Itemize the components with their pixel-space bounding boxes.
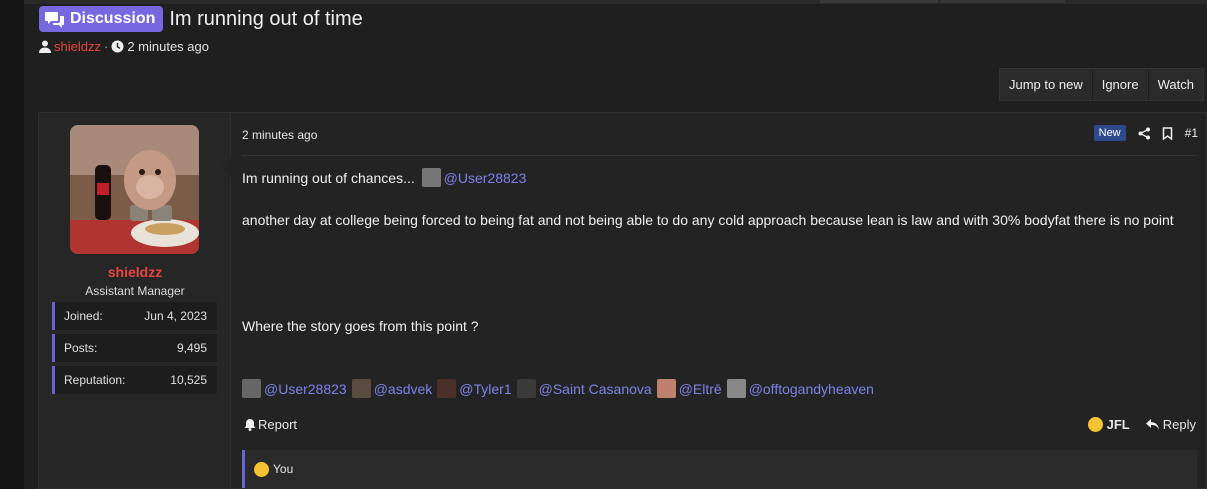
post-date[interactable]: 2 minutes ago xyxy=(242,128,317,142)
post-divider xyxy=(242,155,1197,156)
laughing-emoji-icon xyxy=(254,461,269,477)
mention-avatar xyxy=(656,379,676,398)
jfl-label: JFL xyxy=(1106,417,1130,432)
thread-time[interactable]: 2 minutes ago xyxy=(127,39,209,54)
post-username[interactable]: shieldzz xyxy=(39,264,231,280)
discussion-prefix-badge[interactable]: Discussion xyxy=(39,6,164,32)
post: shieldzz Assistant Manager Joined: Jun 4… xyxy=(38,112,1207,489)
jfl-reaction-button[interactable]: JFL xyxy=(1087,417,1130,432)
stat-value: 9,495 xyxy=(176,341,207,355)
stat-label: Posts: xyxy=(64,341,98,355)
post-text: Im running out of chances... xyxy=(242,170,415,186)
mention-link[interactable]: @asdvek xyxy=(374,381,433,397)
ignore-button[interactable]: Ignore xyxy=(1093,69,1149,100)
reply-button[interactable]: Reply xyxy=(1145,417,1196,432)
thread-title: Im running out of time xyxy=(169,7,363,30)
mention-avatar xyxy=(726,379,746,398)
laughing-emoji-icon xyxy=(1087,417,1103,432)
post-arrow xyxy=(221,157,231,177)
top-nav-tab[interactable] xyxy=(820,0,938,3)
user-title: Assistant Manager xyxy=(85,284,185,298)
mention-link[interactable]: @Eltrē xyxy=(679,381,722,397)
mention-link[interactable]: @User28823 xyxy=(264,381,347,397)
post-paragraph: another day at college being forced to b… xyxy=(242,212,1174,228)
jump-to-new-button[interactable]: Jump to new xyxy=(1000,69,1093,100)
thread-author-link[interactable]: shieldzz xyxy=(54,39,101,54)
reaction-users: You xyxy=(273,462,294,476)
post-line-1: Im running out of chances... @User28823 xyxy=(242,168,526,189)
left-edge xyxy=(0,0,24,489)
avatar-image xyxy=(70,125,199,254)
mention-avatar xyxy=(351,379,371,398)
clock-icon xyxy=(111,40,124,53)
report-button[interactable]: Report xyxy=(244,417,297,432)
bookmark-icon[interactable] xyxy=(1162,126,1173,140)
post-question: Where the story goes from this point ? xyxy=(242,318,479,334)
comments-icon xyxy=(45,11,64,28)
thread-meta: shieldzz · 2 minutes ago xyxy=(39,39,209,54)
mention-avatar xyxy=(516,379,536,398)
stat-label: Reputation: xyxy=(64,373,126,387)
reply-label: Reply xyxy=(1162,417,1196,432)
reactions-bar[interactable]: You xyxy=(242,450,1197,488)
stat-posts: Posts: 9,495 xyxy=(52,334,217,362)
thread-header: Discussion Im running out of time xyxy=(39,6,363,32)
post-actions-right: JFL Reply xyxy=(1087,417,1196,432)
mention-avatar xyxy=(421,168,441,187)
mention-avatar xyxy=(437,379,457,398)
mention-link[interactable]: @Tyler1 xyxy=(459,381,511,397)
mention-link[interactable]: @User28823 xyxy=(444,170,527,186)
bell-icon xyxy=(244,419,256,431)
prefix-label: Discussion xyxy=(70,10,156,27)
post-tools: New #1 xyxy=(1093,125,1198,141)
post-user-column: shieldzz Assistant Manager Joined: Jun 4… xyxy=(39,113,231,488)
avatar[interactable] xyxy=(70,125,199,254)
top-nav-tab[interactable] xyxy=(940,0,1065,3)
new-badge: New xyxy=(1093,125,1126,141)
share-icon[interactable] xyxy=(1138,127,1150,140)
user-icon xyxy=(39,40,51,53)
stat-reputation: Reputation: 10,525 xyxy=(52,366,217,394)
stat-value: Jun 4, 2023 xyxy=(144,309,207,323)
mention-link[interactable]: @offtogandyheaven xyxy=(749,381,874,397)
mention-link[interactable]: @Saint Casanova xyxy=(539,381,652,397)
report-label: Report xyxy=(258,417,298,432)
reply-icon xyxy=(1145,419,1159,430)
meta-separator: · xyxy=(103,39,109,54)
post-number[interactable]: #1 xyxy=(1185,126,1198,140)
stat-joined: Joined: Jun 4, 2023 xyxy=(52,302,217,330)
stat-label: Joined: xyxy=(64,309,103,323)
mention-avatar xyxy=(242,379,261,398)
stat-value: 10,525 xyxy=(170,373,207,387)
mentions-line: @User28823 @asdvek @Tyler1 @Saint Casano… xyxy=(242,379,879,398)
watch-button[interactable]: Watch xyxy=(1149,69,1203,100)
thread-actions: Jump to new Ignore Watch xyxy=(999,68,1204,101)
